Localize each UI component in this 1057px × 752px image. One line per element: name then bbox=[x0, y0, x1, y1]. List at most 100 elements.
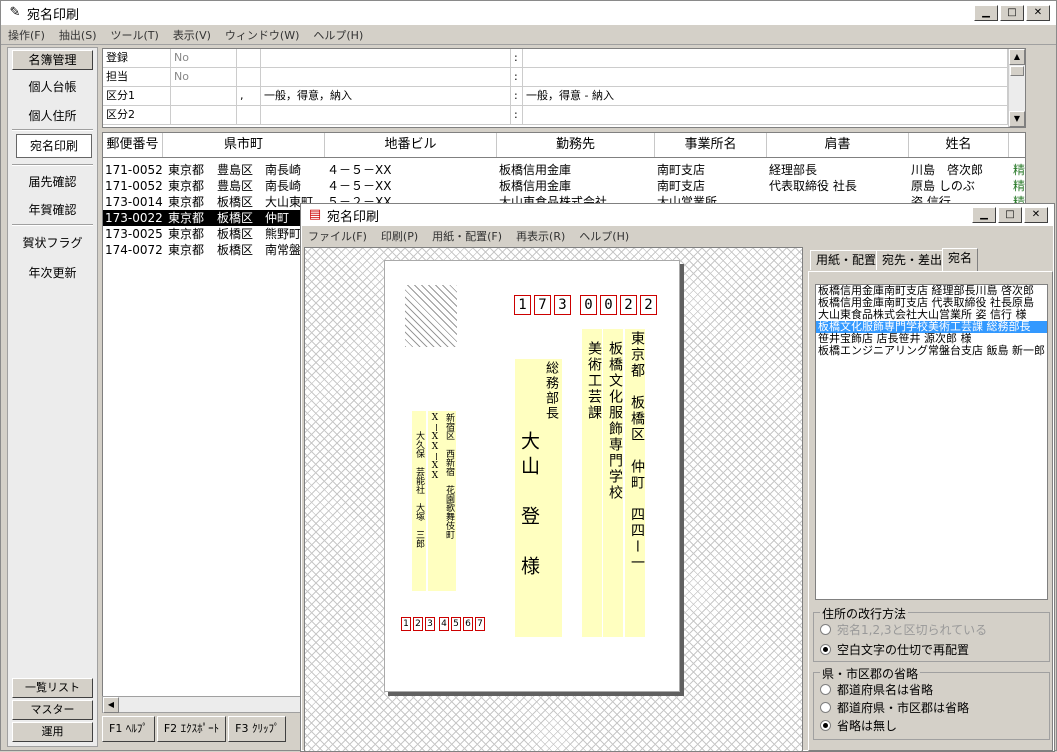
cell-name: 原島 しのぶ bbox=[911, 179, 975, 193]
cell-title: 代表取締役 社長 bbox=[769, 179, 857, 193]
col-zip[interactable]: 郵便番号 bbox=[103, 133, 163, 157]
f2-export-button[interactable]: F2 ｴｸｽﾎﾟｰﾄ bbox=[156, 716, 227, 742]
prop-value[interactable]: 一般，得意，納入 bbox=[261, 87, 511, 106]
radio-linebreak-split[interactable]: 宛名1,2,3と区切られている bbox=[820, 621, 987, 637]
col-address[interactable]: 地番ビル bbox=[325, 133, 497, 157]
f1-help-button[interactable]: F1 ﾍﾙﾌﾟ bbox=[102, 716, 155, 742]
main-titlebar[interactable]: ✎ 宛名印刷 ▁ □ ✕ bbox=[1, 1, 1056, 25]
prop-value[interactable]: , bbox=[237, 87, 261, 106]
nav-operation-button[interactable]: 運用 bbox=[12, 722, 93, 742]
radio-omit-pref-city[interactable]: 都道府県・市区郡は省略 bbox=[820, 699, 969, 715]
menu-help[interactable]: ヘルプ(H) bbox=[306, 27, 370, 43]
prop-value[interactable] bbox=[261, 106, 511, 125]
radio-label: 都道府県・市区郡は省略 bbox=[837, 700, 970, 715]
prop-value[interactable] bbox=[237, 49, 261, 68]
menu-tools[interactable]: ツール(T) bbox=[104, 27, 166, 43]
tab-destination[interactable]: 宛先・差出 bbox=[876, 250, 949, 270]
linebreak-groupbox: 住所の改行方法 宛名1,2,3と区切られている 空白文字の仕切で再配置 bbox=[813, 605, 1050, 662]
scroll-down-icon[interactable]: ▼ bbox=[1009, 111, 1025, 127]
prop-row[interactable]: 区分2 : bbox=[103, 106, 1008, 125]
scroll-thumb[interactable] bbox=[1010, 66, 1024, 76]
sub-titlebar[interactable]: ▤ 宛名印刷 ▁ □ ✕ bbox=[301, 204, 1054, 226]
sub-menu-refresh[interactable]: 再表示(R) bbox=[509, 228, 572, 244]
close-button[interactable]: ✕ bbox=[1026, 5, 1050, 21]
sub-minimize-button[interactable]: ▁ bbox=[972, 207, 996, 223]
tab-address-name[interactable]: 宛名 bbox=[942, 248, 979, 272]
nav-item-personal-address[interactable]: 個人住所 bbox=[8, 107, 97, 124]
col-office[interactable]: 事業所名 bbox=[655, 133, 767, 157]
nav-item-address-print[interactable]: 宛名印刷 bbox=[16, 134, 92, 158]
prop-value[interactable]: No bbox=[171, 49, 237, 68]
menu-operation[interactable]: 操作(F) bbox=[1, 27, 52, 43]
nav-master-button[interactable]: マスター bbox=[12, 700, 93, 720]
nav-item-delivery-check[interactable]: 届先確認 bbox=[8, 173, 97, 190]
menu-view[interactable]: 表示(V) bbox=[166, 27, 218, 43]
sub-menu-print[interactable]: 印刷(P) bbox=[374, 228, 425, 244]
table-row[interactable]: 171-0052 東京都 豊島区 南長崎 ４－５－XX 板橋信用金庫 南町支店 … bbox=[103, 162, 1025, 178]
table-hscrollbar[interactable]: ◀ bbox=[102, 696, 302, 713]
main-title: 宛名印刷 bbox=[27, 7, 80, 23]
sub-maximize-button[interactable]: □ bbox=[998, 207, 1022, 223]
prop-value[interactable]: No bbox=[171, 68, 237, 87]
minimize-button[interactable]: ▁ bbox=[974, 5, 998, 21]
nav-item-greeting-flag[interactable]: 賀状フラグ bbox=[8, 234, 97, 251]
recipient-list[interactable]: 板橋信用金庫南町支店 経理部長川島 啓次郎 板橋信用金庫南町支店 代表取締役 社… bbox=[815, 284, 1048, 600]
cell-town: 南長崎 bbox=[265, 163, 302, 177]
radio-linebreak-space[interactable]: 空白文字の仕切で再配置 bbox=[820, 641, 969, 657]
sender-code: XーXXーXX bbox=[430, 413, 440, 481]
prop-value[interactable] bbox=[171, 106, 237, 125]
property-grid: 登録 No : 担当 No : 区分1 , 一般，得意，納入 : 一般，得意 -… bbox=[102, 48, 1026, 128]
nav-list-button[interactable]: 一覧リスト bbox=[12, 678, 93, 698]
tab-paper-layout[interactable]: 用紙・配置 bbox=[810, 250, 883, 270]
col-name[interactable]: 姓名 bbox=[909, 133, 1009, 157]
col-title[interactable]: 肩書 bbox=[767, 133, 909, 157]
cell-town: 熊野町 bbox=[265, 227, 302, 241]
zip-digit: 7 bbox=[534, 295, 551, 315]
prop-value[interactable] bbox=[523, 68, 1008, 87]
nav-item-personal-ledger[interactable]: 個人台帳 bbox=[8, 78, 97, 95]
prop-value[interactable] bbox=[261, 49, 511, 68]
f3-clip-button[interactable]: F3 ｸﾘｯﾌﾟ bbox=[228, 716, 287, 742]
prop-row[interactable]: 区分1 , 一般，得意，納入 : 一般，得意 - 納入 bbox=[103, 87, 1008, 106]
prop-scrollbar[interactable]: ▲ ▼ bbox=[1008, 49, 1025, 127]
prop-value[interactable]: 一般，得意 - 納入 bbox=[523, 87, 1008, 106]
cell-address: ４－５－XX bbox=[327, 163, 392, 177]
sub-menu-file[interactable]: ファイル(F) bbox=[301, 228, 374, 244]
prop-label: 区分2 bbox=[103, 106, 171, 125]
nav-item-newyear-check[interactable]: 年賀確認 bbox=[8, 201, 97, 218]
col-city[interactable]: 県市町 bbox=[163, 133, 325, 157]
nav-item-annual-update[interactable]: 年次更新 bbox=[8, 264, 97, 281]
postcard: 1 7 3 0 0 2 2 東京都 板橋区 仲町 四四ー一 板橋文化服飾専門学校… bbox=[384, 260, 680, 692]
prop-row[interactable]: 登録 No : bbox=[103, 49, 1008, 68]
radio-label: 空白文字の仕切で再配置 bbox=[837, 642, 970, 657]
prop-label: 区分1 bbox=[103, 87, 171, 106]
prop-value[interactable] bbox=[523, 49, 1008, 68]
prop-value[interactable] bbox=[171, 87, 237, 106]
scroll-left-icon[interactable]: ◀ bbox=[103, 697, 119, 713]
sub-menu-help[interactable]: ヘルプ(H) bbox=[572, 228, 636, 244]
prop-value[interactable] bbox=[261, 68, 511, 87]
menu-extract[interactable]: 抽出(S) bbox=[52, 27, 104, 43]
cell-ward: 板橋区 bbox=[217, 195, 254, 209]
sub-close-button[interactable]: ✕ bbox=[1024, 207, 1048, 223]
nav-roster-button[interactable]: 名簿管理 bbox=[12, 50, 93, 70]
cell-company: 板橋信用金庫 bbox=[499, 179, 572, 193]
cell-office: 南町支店 bbox=[657, 179, 706, 193]
list-item[interactable]: 板橋エンジニアリング常盤台支店 飯島 新一郎 bbox=[816, 345, 1047, 357]
prop-value[interactable] bbox=[237, 68, 261, 87]
cell-title: 経理部長 bbox=[769, 163, 818, 177]
sub-menu-paper[interactable]: 用紙・配置(F) bbox=[425, 228, 509, 244]
maximize-button[interactable]: □ bbox=[1000, 5, 1024, 21]
prop-value[interactable] bbox=[523, 106, 1008, 125]
prop-value[interactable] bbox=[237, 106, 261, 125]
prop-row[interactable]: 担当 No : bbox=[103, 68, 1008, 87]
col-company[interactable]: 勤務先 bbox=[497, 133, 655, 157]
scroll-up-icon[interactable]: ▲ bbox=[1009, 49, 1025, 65]
radio-omit-prefecture[interactable]: 都道府県名は省略 bbox=[820, 681, 933, 697]
menu-window[interactable]: ウィンドウ(W) bbox=[218, 27, 306, 43]
prop-label: 担当 bbox=[103, 68, 171, 87]
table-row[interactable]: 171-0052 東京都 豊島区 南長崎 ４－５－XX 板橋信用金庫 南町支店 … bbox=[103, 178, 1025, 194]
zip-digit: 2 bbox=[620, 295, 637, 315]
radio-no-omit[interactable]: 省略は無し bbox=[820, 717, 897, 733]
zip-digit: 1 bbox=[514, 295, 531, 315]
